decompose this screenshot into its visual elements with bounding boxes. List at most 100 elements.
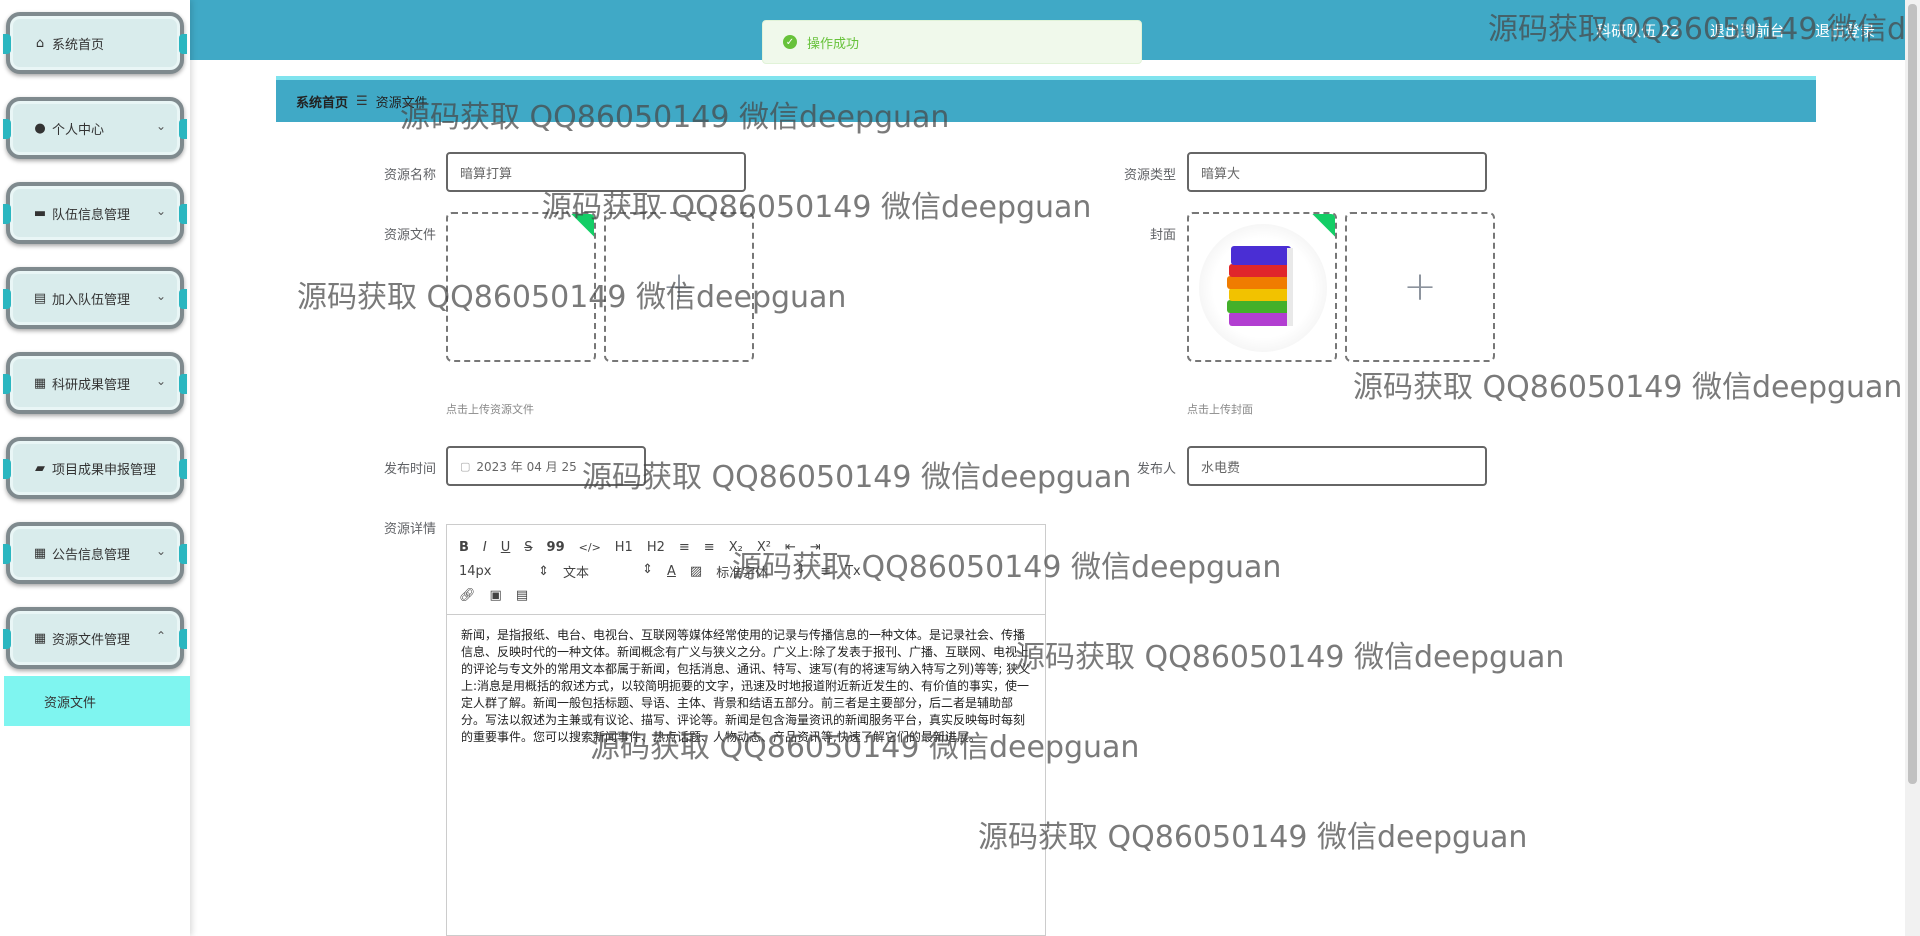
upload-success-corner [571, 214, 594, 237]
user-name-link[interactable]: 科研队伍 22 [1596, 20, 1680, 41]
header2-icon[interactable]: H2 [647, 540, 665, 555]
detail-label: 资源详情 [383, 522, 436, 537]
back-to-frontend-link[interactable]: 退出到前台 [1710, 20, 1785, 41]
file-upload-hint: 点击上传资源文件 [446, 403, 534, 416]
chevron-down-icon: ⌄ [155, 544, 166, 558]
resource-name-input[interactable]: 暗算打算 [446, 152, 746, 192]
briefcase-icon: ▰ [35, 460, 45, 476]
resource-type-input[interactable]: 暗算大 [1187, 152, 1487, 192]
font-size-select[interactable]: 14px ⇕ [459, 564, 549, 579]
text-color-icon[interactable]: A [667, 564, 676, 579]
plus-icon: + [1403, 264, 1437, 310]
header-select[interactable]: 文本 ⇕ [563, 562, 653, 581]
uploaded-cover-card[interactable] [1187, 212, 1337, 362]
monitor-icon: ▬ [33, 205, 47, 221]
breadcrumb: 系统首页 ☰ 资源文件 [276, 76, 1816, 122]
rich-text-editor[interactable]: B I U S 99 </> H1 H2 ≡ ≡ X₂ X² ⇤ ⇥ 14px … [446, 524, 1046, 936]
align-icon[interactable]: ≡ [820, 564, 831, 579]
bold-icon[interactable]: B [459, 540, 469, 555]
subscript-icon[interactable]: X₂ [729, 540, 743, 555]
sidebar-item-label: 公告信息管理 [52, 547, 131, 563]
font-family-select[interactable]: 标准字体 ⇕ [716, 562, 806, 581]
chevron-up-icon: ⌃ [155, 629, 166, 643]
file-upload-button[interactable]: + [604, 212, 754, 362]
ordered-list-icon[interactable]: ≡ [679, 540, 690, 555]
editor-content[interactable]: 新闻，是指报纸、电台、电视台、互联网等媒体经常使用的记录与传播信息的一种文体。是… [447, 615, 1045, 758]
clean-format-icon[interactable]: Tx [845, 564, 861, 579]
publish-time-value: 2023 年 04 月 25 [476, 459, 577, 474]
check-circle-icon: ✓ [783, 35, 797, 49]
font-size-value: 14px [459, 563, 492, 579]
strike-icon[interactable]: S [524, 540, 532, 555]
sidebar-subitem-resource-file[interactable]: 资源文件 [4, 676, 190, 726]
outdent-icon[interactable]: ⇤ [785, 540, 796, 555]
sidebar-item-label: 加入队伍管理 [52, 292, 131, 308]
breadcrumb-home[interactable]: 系统首页 [296, 92, 348, 111]
italic-icon[interactable]: I [483, 540, 487, 555]
user-icon: ● [34, 120, 46, 136]
clipboard-icon: ▤ [33, 290, 47, 306]
sidebar-item-label: 个人中心 [52, 122, 105, 138]
grid-icon: ▦ [33, 545, 47, 561]
top-links: 科研队伍 22 退出到前台 退出登录 [1596, 20, 1875, 41]
file-label: 资源文件 [383, 228, 436, 243]
code-block-icon[interactable]: </> [579, 541, 601, 554]
underline-icon[interactable]: U [501, 540, 511, 555]
blockquote-icon[interactable]: 99 [547, 540, 565, 555]
background-color-icon[interactable]: ▨ [690, 564, 702, 579]
books-icon [1227, 246, 1293, 326]
editor-toolbar: B I U S 99 </> H1 H2 ≡ ≡ X₂ X² ⇤ ⇥ 14px … [447, 525, 1045, 615]
watermark-text: 源码获取 QQ86050149 微信deepguan [582, 460, 1132, 495]
image-icon[interactable]: ▣ [490, 588, 502, 603]
publisher-value: 水电费 [1201, 460, 1241, 476]
sidebar-item-label: 项目成果申报管理 [52, 462, 157, 478]
chevron-down-icon: ⌄ [155, 289, 166, 303]
indent-icon[interactable]: ⇥ [810, 540, 821, 555]
select-arrows-icon: ⇕ [538, 563, 549, 579]
type-label: 资源类型 [1123, 168, 1176, 183]
toolbar-row-1: B I U S 99 </> H1 H2 ≡ ≡ X₂ X² ⇤ ⇥ [459, 535, 1033, 559]
grid-icon: ▦ [33, 630, 47, 646]
sidebar-item-research-results[interactable]: ▦ 科研成果管理 ⌄ [3, 352, 187, 414]
success-toast: ✓ 操作成功 [762, 20, 1142, 64]
scrollbar-thumb[interactable] [1908, 4, 1917, 784]
publisher-input[interactable]: 水电费 [1187, 446, 1487, 486]
logout-link[interactable]: 退出登录 [1815, 20, 1875, 41]
cover-label: 封面 [1149, 228, 1176, 243]
font-family-value: 标准字体 [716, 565, 769, 581]
uploaded-file-card[interactable] [446, 212, 596, 362]
sidebar-item-join-team[interactable]: ▤ 加入队伍管理 ⌄ [3, 267, 187, 329]
home-icon: ⌂ [35, 35, 45, 51]
superscript-icon[interactable]: X² [757, 540, 771, 555]
cover-upload-hint: 点击上传封面 [1187, 403, 1253, 416]
video-icon[interactable]: ▤ [516, 588, 528, 603]
chevron-down-icon: ⌄ [155, 119, 166, 133]
sidebar-item-announcements[interactable]: ▦ 公告信息管理 ⌄ [3, 522, 187, 584]
plus-icon: + [662, 264, 696, 310]
sidebar-item-home[interactable]: ⌂ 系统首页 [3, 12, 187, 74]
sidebar-item-project-declaration[interactable]: ▰ 项目成果申报管理 [3, 437, 187, 499]
toolbar-row-2: 14px ⇕ 文本 ⇕ A ▨ 标准字体 ⇕ ≡ Tx [459, 559, 1033, 583]
bullet-list-icon[interactable]: ≡ [704, 540, 715, 555]
calendar-icon: ▢ [460, 459, 471, 473]
sidebar-item-label: 资源文件管理 [52, 632, 131, 648]
sidebar-item-resource-files[interactable]: ▦ 资源文件管理 ⌃ [3, 607, 187, 669]
header1-icon[interactable]: H1 [615, 540, 633, 555]
watermark-text: 源码获取 QQ86050149 微信deepguan [1015, 640, 1565, 675]
time-label: 发布时间 [383, 462, 436, 477]
link-icon[interactable]: 🔗︎ [459, 588, 476, 603]
header-value: 文本 [563, 565, 590, 581]
sidebar-item-label: 队伍信息管理 [52, 207, 131, 223]
page-scrollbar[interactable] [1905, 0, 1920, 936]
app-root: 科研队伍 22 退出到前台 退出登录 ⌂ 系统首页 ● 个人中心 ⌄ ▬ 队伍信… [0, 0, 1920, 936]
sidebar: ⌂ 系统首页 ● 个人中心 ⌄ ▬ 队伍信息管理 ⌄ ▤ 加入队伍管理 ⌄ ▦ … [0, 0, 190, 936]
select-arrows-icon: ⇕ [795, 561, 807, 577]
cover-upload-button[interactable]: + [1345, 212, 1495, 362]
watermark-text: 源码获取 QQ86050149 微信deepguan [978, 820, 1528, 855]
toast-message: 操作成功 [807, 36, 860, 52]
name-label: 资源名称 [383, 168, 436, 183]
publish-time-input[interactable]: ▢ 2023 年 04 月 25 [446, 446, 646, 486]
sidebar-item-profile[interactable]: ● 个人中心 ⌄ [3, 97, 187, 159]
sidebar-item-team-info[interactable]: ▬ 队伍信息管理 ⌄ [3, 182, 187, 244]
sidebar-subitem-label: 资源文件 [44, 695, 97, 711]
